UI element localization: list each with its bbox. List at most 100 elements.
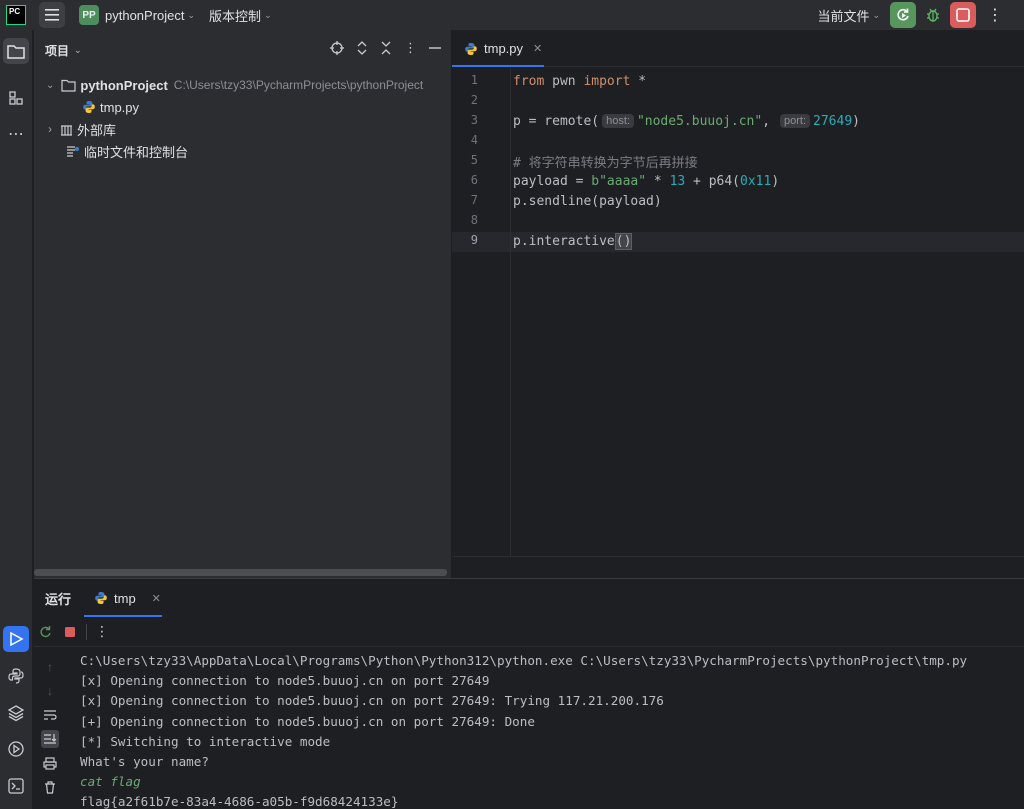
stop-icon[interactable] <box>64 626 76 638</box>
console-user-input: cat flag <box>80 774 141 790</box>
more-tools-icon[interactable]: ⋯ <box>3 121 29 147</box>
services-button[interactable] <box>3 736 29 762</box>
rerun-button[interactable] <box>890 2 916 28</box>
hide-panel-icon[interactable] <box>429 41 441 55</box>
code-line-7: p.sendline(payload) <box>513 193 662 209</box>
horizontal-scrollbar[interactable] <box>34 569 447 576</box>
tree-item-tmp-py[interactable]: tmp.py <box>82 96 139 118</box>
trash-icon[interactable] <box>41 778 59 796</box>
project-root-path: C:\Users\tzy33\PycharmProjects\pythonPro… <box>173 78 424 92</box>
tab-tmp-py[interactable]: tmp.py ✕ <box>464 30 542 67</box>
chevron-down-icon: ⌄ <box>74 44 82 55</box>
tree-item-pythonproject[interactable]: ⌄ pythonProject C:\Users\tzy33\PycharmPr… <box>46 74 423 96</box>
line-number: 8 <box>470 213 478 227</box>
chevron-down-icon: ⌄ <box>872 9 880 20</box>
bug-icon <box>927 8 939 22</box>
services-icon <box>8 741 24 757</box>
python-file-icon <box>95 592 107 604</box>
chevron-down-icon: ⌄ <box>187 9 196 20</box>
external-libraries-label: 外部库 <box>77 122 117 138</box>
line-number: 1 <box>470 73 478 87</box>
run-panel: 运行 tmp ✕ ⋮ ↑ ↓ C:\Users\tzy33\AppData\Lo… <box>34 578 1024 809</box>
vcs-menu[interactable]: 版本控制 ⌄ <box>209 6 272 25</box>
locate-icon[interactable] <box>330 41 344 55</box>
scroll-to-end-icon[interactable] <box>41 730 59 748</box>
console-line: [x] Opening connection to node5.buuoj.cn… <box>80 673 490 689</box>
tab-label: tmp.py <box>484 41 524 56</box>
title-bar: PC PP pythonProject ⌄ 版本控制 ⌄ 当前文件 ⌄ ⋮ <box>0 0 1024 30</box>
soft-wrap-icon[interactable] <box>41 706 59 724</box>
layers-icon <box>7 705 25 722</box>
console-side-toolbar: ↑ ↓ <box>34 648 66 809</box>
project-switcher[interactable]: pythonProject ⌄ <box>105 8 195 23</box>
line-number-current: 9 <box>470 233 478 247</box>
toolbar-divider <box>86 623 87 640</box>
chevron-down-icon: ⌄ <box>264 9 272 20</box>
project-name: pythonProject <box>105 7 185 23</box>
close-icon[interactable]: ✕ <box>533 42 542 55</box>
vcs-menu-label: 版本控制 <box>209 8 262 24</box>
console-line: What's your name? <box>80 753 209 769</box>
code-line-9: p.interactive() <box>513 232 633 250</box>
run-panel-title: 运行 <box>45 591 72 607</box>
collapse-all-icon[interactable] <box>380 41 392 55</box>
terminal-icon <box>8 778 24 794</box>
debug-button[interactable] <box>920 2 946 28</box>
more-options-icon[interactable]: ⋮ <box>95 623 109 640</box>
code-line-3: p = remote(host: "node5.buuoj.cn", port: 27… <box>513 113 860 129</box>
arrow-down-icon[interactable]: ↓ <box>41 682 59 700</box>
console-output[interactable]: C:\Users\tzy33\AppData\Local\Programs\Py… <box>80 651 967 809</box>
left-tool-strip: ⋯ <box>0 30 33 809</box>
active-tab-indicator <box>452 65 544 67</box>
line-number: 4 <box>470 133 478 147</box>
project-root-label: pythonProject <box>80 77 168 93</box>
close-icon[interactable]: ✕ <box>152 592 161 605</box>
python-packages-button[interactable] <box>3 700 29 726</box>
code-line-6: payload = b"aaaa" * 13 + p64(0x11) <box>513 173 780 189</box>
run-tab-tmp[interactable]: tmp ✕ <box>94 579 161 617</box>
expand-all-icon[interactable] <box>356 41 368 55</box>
project-badge: PP <box>79 5 99 25</box>
stop-button[interactable] <box>950 2 976 28</box>
folder-icon <box>7 44 25 59</box>
run-tab-label: tmp <box>114 590 136 606</box>
tree-item-scratches[interactable]: 临时文件和控制台 <box>66 140 188 162</box>
run-config-selector[interactable]: 当前文件 ⌄ <box>817 6 880 25</box>
chevron-right-icon: › <box>48 122 52 136</box>
rerun-icon <box>897 8 909 21</box>
project-panel: 项目 ⌄ ⋮ ⌄ pythonProject C:\Users\tzy33\Py… <box>34 30 451 578</box>
console-line: [*] Switching to interactive mode <box>80 733 331 749</box>
folder-icon <box>61 79 76 92</box>
python-console-button[interactable] <box>3 663 29 689</box>
line-number: 5 <box>470 153 478 167</box>
arrow-up-icon[interactable]: ↑ <box>41 658 59 676</box>
hamburger-icon <box>45 9 59 21</box>
scratches-icon <box>67 145 79 157</box>
run-tool-button[interactable] <box>3 626 29 652</box>
rerun-icon[interactable] <box>38 625 52 639</box>
run-toolbar: ⋮ <box>34 617 1024 647</box>
run-icon <box>10 631 24 647</box>
more-options-icon[interactable]: ⋮ <box>982 2 1008 28</box>
terminal-button[interactable] <box>3 773 29 799</box>
main-menu-button[interactable] <box>39 2 65 28</box>
line-number: 3 <box>470 113 478 127</box>
editor-area: tmp.py ✕ 1 2 3 4 5 6 7 8 9 from pwn impo… <box>452 30 1024 578</box>
project-panel-title: 项目 <box>45 43 70 58</box>
stop-icon <box>956 8 970 22</box>
python-file-icon <box>465 42 477 55</box>
parameter-hint-port: port: <box>780 114 811 128</box>
print-icon[interactable] <box>41 754 59 772</box>
tmp-py-label: tmp.py <box>100 99 140 115</box>
structure-icon <box>9 91 23 105</box>
panel-options-icon[interactable]: ⋮ <box>404 40 417 56</box>
bracket-match-highlight: () <box>614 232 633 250</box>
line-number: 7 <box>470 193 478 207</box>
console-line: [x] Opening connection to node5.buuoj.cn… <box>80 693 664 709</box>
project-tool-button[interactable] <box>3 38 29 64</box>
code-line-1: from pwn import * <box>513 73 647 89</box>
line-number-gutter: 1 2 3 4 5 6 7 8 9 <box>452 68 511 556</box>
tree-item-external-libraries[interactable]: › 外部库 <box>48 118 116 140</box>
structure-tool-button[interactable] <box>3 85 29 111</box>
line-number: 2 <box>470 93 478 107</box>
